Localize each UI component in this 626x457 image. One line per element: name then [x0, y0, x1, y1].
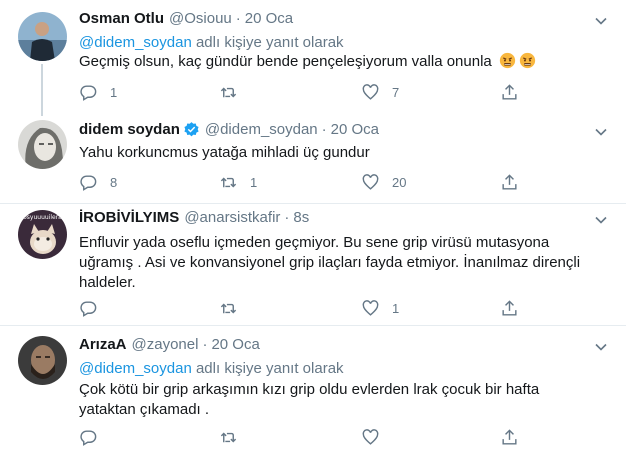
tweet-timestamp[interactable]: 8s — [293, 209, 309, 226]
reply-mention-link[interactable]: @didem_soydan — [79, 34, 192, 51]
tweet-text: Yahu korkuncmus yatağa mihladi üç gundur — [79, 144, 370, 161]
angry-face-emoji — [519, 52, 536, 69]
chevron-down-icon[interactable] — [594, 125, 608, 139]
reply-context-text: adlı kişiye yanıt olarak — [191, 34, 344, 51]
reply-mention-link[interactable]: @didem_soydan — [79, 360, 192, 377]
share-icon — [502, 173, 517, 190]
tweet-3[interactable]: osyuuuuilera İROBİVİLYIMS @anarsistkafir… — [0, 204, 626, 325]
reply-button[interactable]: 8 — [79, 172, 117, 192]
avatar-osman-otlu[interactable] — [18, 12, 67, 61]
author-handle[interactable]: @Osiouu — [169, 10, 232, 27]
avatar-overlay-text: osyuuuuilera — [23, 214, 62, 221]
retweet-icon — [220, 87, 237, 97]
like-button[interactable]: 7 — [361, 82, 399, 102]
reply-context-text: adlı kişiye yanıt olarak — [191, 360, 344, 377]
retweet-button[interactable] — [219, 82, 250, 102]
tweet-actions: 1 7 — [79, 82, 599, 102]
tweet-actions: 8 1 20 — [79, 172, 599, 192]
avatar-arizaa[interactable] — [18, 336, 67, 385]
chevron-down-icon[interactable] — [594, 213, 608, 227]
separator-dot: · — [321, 121, 327, 138]
separator-dot: · — [202, 336, 208, 353]
chevron-down-icon[interactable] — [594, 14, 608, 28]
reply-button[interactable] — [79, 427, 110, 447]
tweet-text-body: Geçmiş olsun, kaç gündür bende pençeleşi… — [79, 53, 492, 70]
reply-icon — [80, 300, 97, 317]
retweet-icon — [220, 177, 237, 187]
author-name[interactable]: İROBİVİLYIMS — [79, 209, 179, 226]
share-button[interactable] — [500, 298, 519, 318]
tweet-timestamp[interactable]: 20 Oca — [211, 336, 259, 353]
like-button[interactable]: 1 — [361, 298, 399, 318]
share-icon — [502, 299, 517, 316]
share-button[interactable] — [500, 427, 519, 447]
author-name[interactable]: ArızaA — [79, 336, 127, 353]
tweet-thread: Osman Otlu @Osiouu · 20 Oca @didem_soyda… — [0, 0, 626, 457]
tweet-2[interactable]: didem soydan @didem_soydan · 20 Oca Yahu… — [0, 117, 626, 203]
reply-icon — [80, 84, 97, 101]
heart-icon — [362, 299, 379, 316]
angry-face-emoji — [499, 52, 516, 69]
reply-count: 1 — [110, 84, 118, 100]
retweet-button[interactable] — [219, 298, 250, 318]
retweet-icon — [220, 432, 237, 442]
reply-context: @didem_soydan adlı kişiye yanıt olarak — [79, 360, 344, 377]
author-handle[interactable]: @didem_soydan — [205, 121, 318, 138]
chevron-down-icon[interactable] — [594, 340, 608, 354]
separator-dot: · — [284, 209, 290, 226]
tweet-timestamp[interactable]: 20 Oca — [331, 121, 379, 138]
like-count: 20 — [392, 174, 407, 190]
avatar-irobivilyims[interactable]: osyuuuuilera — [18, 210, 67, 259]
tweet-4[interactable]: ArızaA @zayonel · 20 Oca @didem_soydan a… — [0, 326, 626, 457]
share-icon — [502, 83, 517, 100]
reply-count: 8 — [110, 174, 118, 190]
verified-badge-icon — [184, 122, 199, 137]
like-count: 1 — [392, 300, 400, 316]
share-button[interactable] — [500, 82, 519, 102]
reply-icon — [80, 429, 97, 446]
reply-icon — [80, 174, 97, 191]
reply-button[interactable] — [79, 298, 110, 318]
heart-icon — [362, 173, 379, 190]
tweet-1[interactable]: Osman Otlu @Osiouu · 20 Oca @didem_soyda… — [0, 0, 626, 117]
author-handle[interactable]: @anarsistkafir — [184, 209, 280, 226]
share-icon — [502, 428, 517, 445]
reply-button[interactable]: 1 — [79, 82, 117, 102]
tweet-actions — [79, 427, 599, 447]
heart-icon — [362, 83, 379, 100]
retweet-icon — [220, 303, 237, 313]
retweet-count: 1 — [250, 174, 258, 190]
share-button[interactable] — [500, 172, 519, 192]
like-count: 7 — [392, 84, 400, 100]
retweet-button[interactable]: 1 — [219, 172, 257, 192]
tweet-text: Çok kötü bir grip arkaşımın kızı grip ol… — [79, 381, 540, 418]
heart-icon — [362, 428, 379, 445]
retweet-button[interactable] — [219, 427, 250, 447]
tweet-text: Enfluvir yada oseflu içmeden geçmiyor. B… — [79, 234, 581, 291]
tweet-actions: 1 — [79, 298, 599, 318]
avatar-didem-soydan[interactable] — [18, 120, 67, 169]
tweet-text: Geçmiş olsun, kaç gündür bende pençeleşi… — [79, 52, 599, 72]
separator-dot: · — [235, 10, 241, 27]
like-button[interactable]: 20 — [361, 172, 406, 192]
author-name[interactable]: didem soydan — [79, 121, 180, 138]
tweet-timestamp[interactable]: 20 Oca — [245, 10, 293, 27]
author-handle[interactable]: @zayonel — [132, 336, 199, 353]
like-button[interactable] — [361, 427, 392, 447]
reply-context: @didem_soydan adlı kişiye yanıt olarak — [79, 34, 344, 51]
author-name[interactable]: Osman Otlu — [79, 10, 164, 27]
